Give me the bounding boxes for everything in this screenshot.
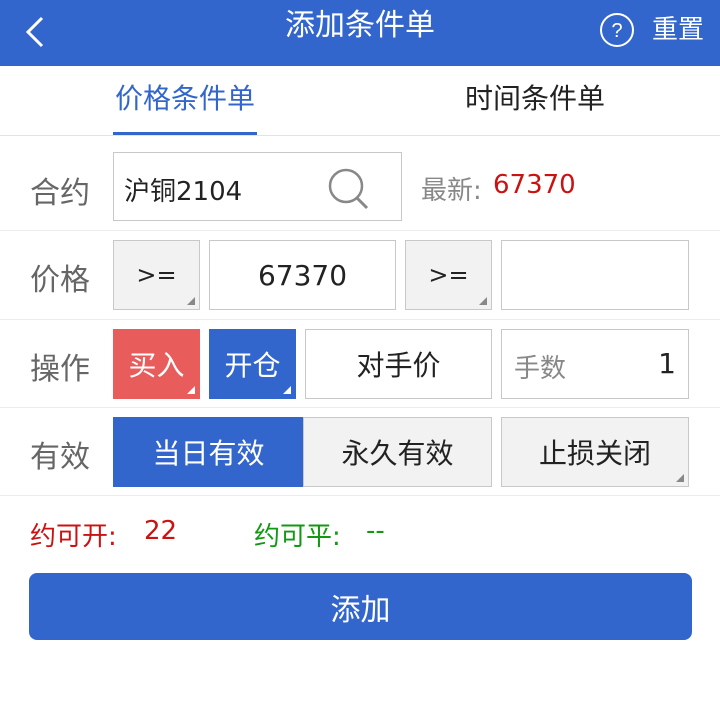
- openable-value: 22: [144, 516, 178, 546]
- offset-select[interactable]: 开仓: [209, 329, 296, 399]
- stop-loss-select[interactable]: 止损关闭: [501, 417, 689, 487]
- operation-row: 操作 买入 开仓 对手价 手数 1: [0, 320, 720, 408]
- second-price-input[interactable]: [501, 240, 689, 310]
- top-bar: 添加条件单 ? 重置: [0, 0, 720, 66]
- closable-value: --: [366, 516, 385, 546]
- dropdown-corner-icon: [187, 297, 195, 305]
- price-operator-select-1[interactable]: >=: [113, 240, 200, 310]
- latest-price-value: 67370: [493, 170, 576, 200]
- add-button[interactable]: 添加: [29, 573, 692, 640]
- closable-label: 约可平:: [254, 522, 341, 552]
- dropdown-corner-icon: [283, 386, 291, 394]
- search-icon[interactable]: [326, 167, 374, 211]
- validity-row: 有效 当日有效 永久有效 止损关闭: [0, 408, 720, 496]
- quantity-label: 手数: [514, 354, 567, 384]
- direction-select[interactable]: 买入: [113, 329, 200, 399]
- validity-option-today[interactable]: 当日有效: [113, 417, 304, 487]
- contract-row: 合约 沪铜2104 最新: 67370: [0, 136, 720, 231]
- price-operator-select-2[interactable]: >=: [405, 240, 492, 310]
- tab-price-condition[interactable]: 价格条件单: [113, 66, 257, 136]
- latest-price-label: 最新:: [421, 176, 482, 206]
- tab-active-indicator: [113, 132, 257, 135]
- contract-value: 沪铜2104: [124, 177, 243, 207]
- quantity-input[interactable]: 手数 1: [501, 329, 689, 399]
- dropdown-corner-icon: [479, 297, 487, 305]
- contract-label: 合约: [30, 176, 90, 211]
- trigger-price-input[interactable]: 67370: [209, 240, 396, 310]
- tab-bar: 价格条件单 时间条件单: [0, 66, 720, 136]
- tab-time-condition[interactable]: 时间条件单: [463, 66, 607, 136]
- validity-label: 有效: [30, 440, 90, 475]
- trigger-price-value: 67370: [257, 258, 348, 292]
- quantity-value: 1: [658, 347, 676, 380]
- dropdown-corner-icon: [676, 474, 684, 482]
- validity-option-permanent[interactable]: 永久有效: [303, 417, 492, 487]
- openable-label: 约可开:: [30, 522, 117, 552]
- contract-input[interactable]: 沪铜2104: [113, 152, 402, 221]
- price-row: 价格 >= 67370 >=: [0, 231, 720, 320]
- stop-loss-value: 止损关闭: [538, 437, 651, 470]
- price-type-select[interactable]: 对手价: [305, 329, 492, 399]
- price-label: 价格: [30, 263, 90, 298]
- dropdown-corner-icon: [187, 386, 195, 394]
- price-type-value: 对手价: [356, 349, 441, 382]
- second-price-value: [502, 241, 688, 309]
- validity-option-permanent-label: 永久有效: [341, 437, 454, 470]
- reset-button[interactable]: 重置: [652, 12, 704, 48]
- validity-option-today-label: 当日有效: [152, 437, 265, 470]
- operation-label: 操作: [30, 352, 90, 387]
- help-glyph: ?: [611, 20, 622, 42]
- help-circle-icon[interactable]: ?: [599, 12, 635, 48]
